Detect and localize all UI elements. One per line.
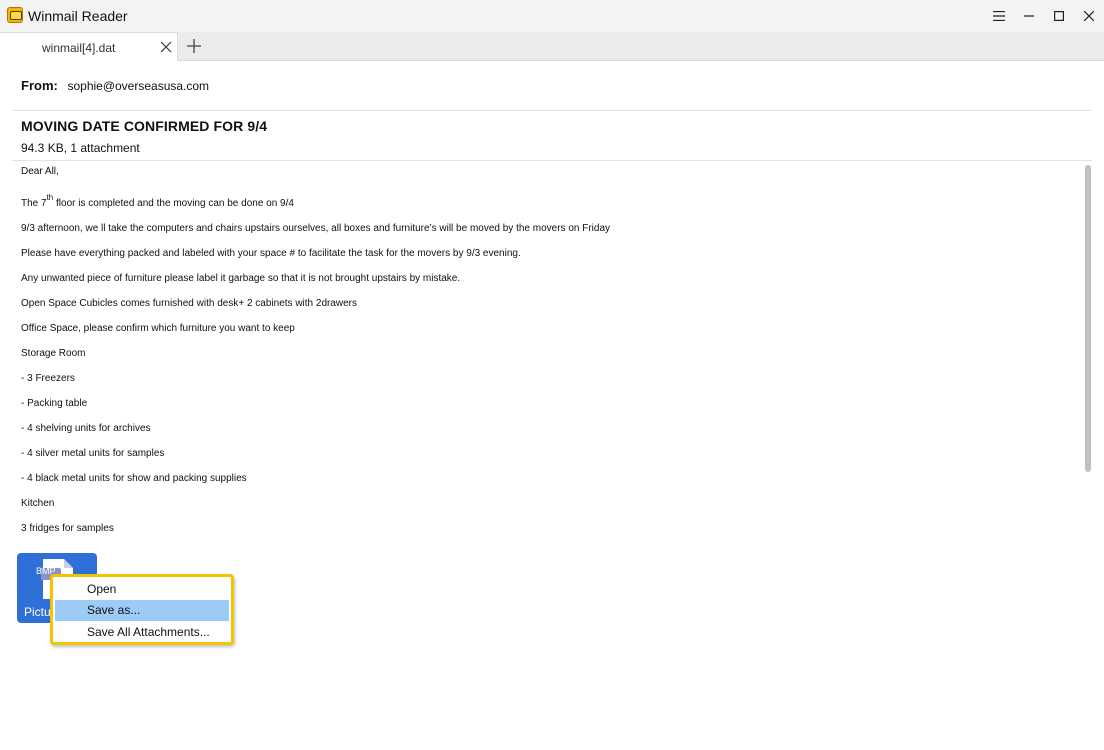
from-row: From: sophie@overseasusa.com bbox=[21, 78, 209, 93]
menu-item-save-all-attachments[interactable]: Save All Attachments... bbox=[55, 622, 229, 643]
vertical-scrollbar[interactable] bbox=[1085, 165, 1091, 472]
body-line: - 3 Freezers bbox=[21, 373, 75, 384]
tab-winmail-dat[interactable]: winmail[4].dat bbox=[0, 32, 178, 61]
body-line: Kitchen bbox=[21, 498, 55, 509]
body-line: - 4 black metal units for show and packi… bbox=[21, 473, 247, 484]
attachment-label: Pictu bbox=[24, 605, 51, 619]
body-line: 3 fridges for samples bbox=[21, 523, 114, 534]
close-icon bbox=[1084, 11, 1094, 21]
body-line: Office Space, please confirm which furni… bbox=[21, 323, 295, 334]
hamburger-icon bbox=[993, 11, 1005, 21]
body-line: Open Space Cubicles comes furnished with… bbox=[21, 298, 358, 309]
body-line: Storage Room bbox=[21, 348, 86, 359]
email-subject: MOVING DATE CONFIRMED FOR 9/4 bbox=[21, 118, 268, 134]
from-address: sophie@overseasusa.com bbox=[67, 79, 210, 93]
header-divider bbox=[12, 110, 1092, 111]
hamburger-menu-button[interactable] bbox=[984, 0, 1014, 32]
tab-bar: winmail[4].dat bbox=[0, 32, 1104, 61]
maximize-icon bbox=[1054, 11, 1064, 21]
tab-label: winmail[4].dat bbox=[42, 41, 116, 55]
body-line: - 4 silver metal units for samples bbox=[21, 448, 165, 459]
email-meta: 94.3 KB, 1 attachment bbox=[21, 141, 140, 155]
minimize-icon bbox=[1024, 15, 1034, 17]
body-line: - Packing table bbox=[21, 398, 88, 409]
window-title: Winmail Reader bbox=[28, 8, 128, 24]
body-line: - 4 shelving units for archives bbox=[21, 423, 151, 434]
body-line: Please have everything packed and labele… bbox=[21, 248, 521, 259]
body-divider bbox=[12, 160, 1092, 161]
body-text: The 7 bbox=[21, 198, 47, 209]
menu-item-save-as[interactable]: Save as... bbox=[55, 600, 229, 621]
maximize-button[interactable] bbox=[1044, 0, 1074, 32]
title-bar: Winmail Reader bbox=[0, 0, 1104, 32]
body-line: Dear All, bbox=[21, 166, 59, 177]
body-line: The 7th floor is completed and the movin… bbox=[21, 193, 294, 209]
menu-item-open[interactable]: Open bbox=[55, 579, 229, 600]
attachment-context-menu: Open Save as... Save All Attachments... bbox=[50, 574, 234, 645]
body-line: 9/3 afternoon, we ll take the computers … bbox=[21, 223, 610, 234]
winmail-app-icon bbox=[7, 7, 23, 23]
new-tab-icon[interactable] bbox=[186, 38, 202, 54]
tab-close-icon[interactable] bbox=[160, 41, 172, 53]
minimize-button[interactable] bbox=[1014, 0, 1044, 32]
close-window-button[interactable] bbox=[1074, 0, 1104, 32]
from-label: From: bbox=[21, 78, 58, 93]
body-line: Any unwanted piece of furniture please l… bbox=[21, 273, 461, 284]
body-text: floor is completed and the moving can be… bbox=[53, 198, 294, 209]
